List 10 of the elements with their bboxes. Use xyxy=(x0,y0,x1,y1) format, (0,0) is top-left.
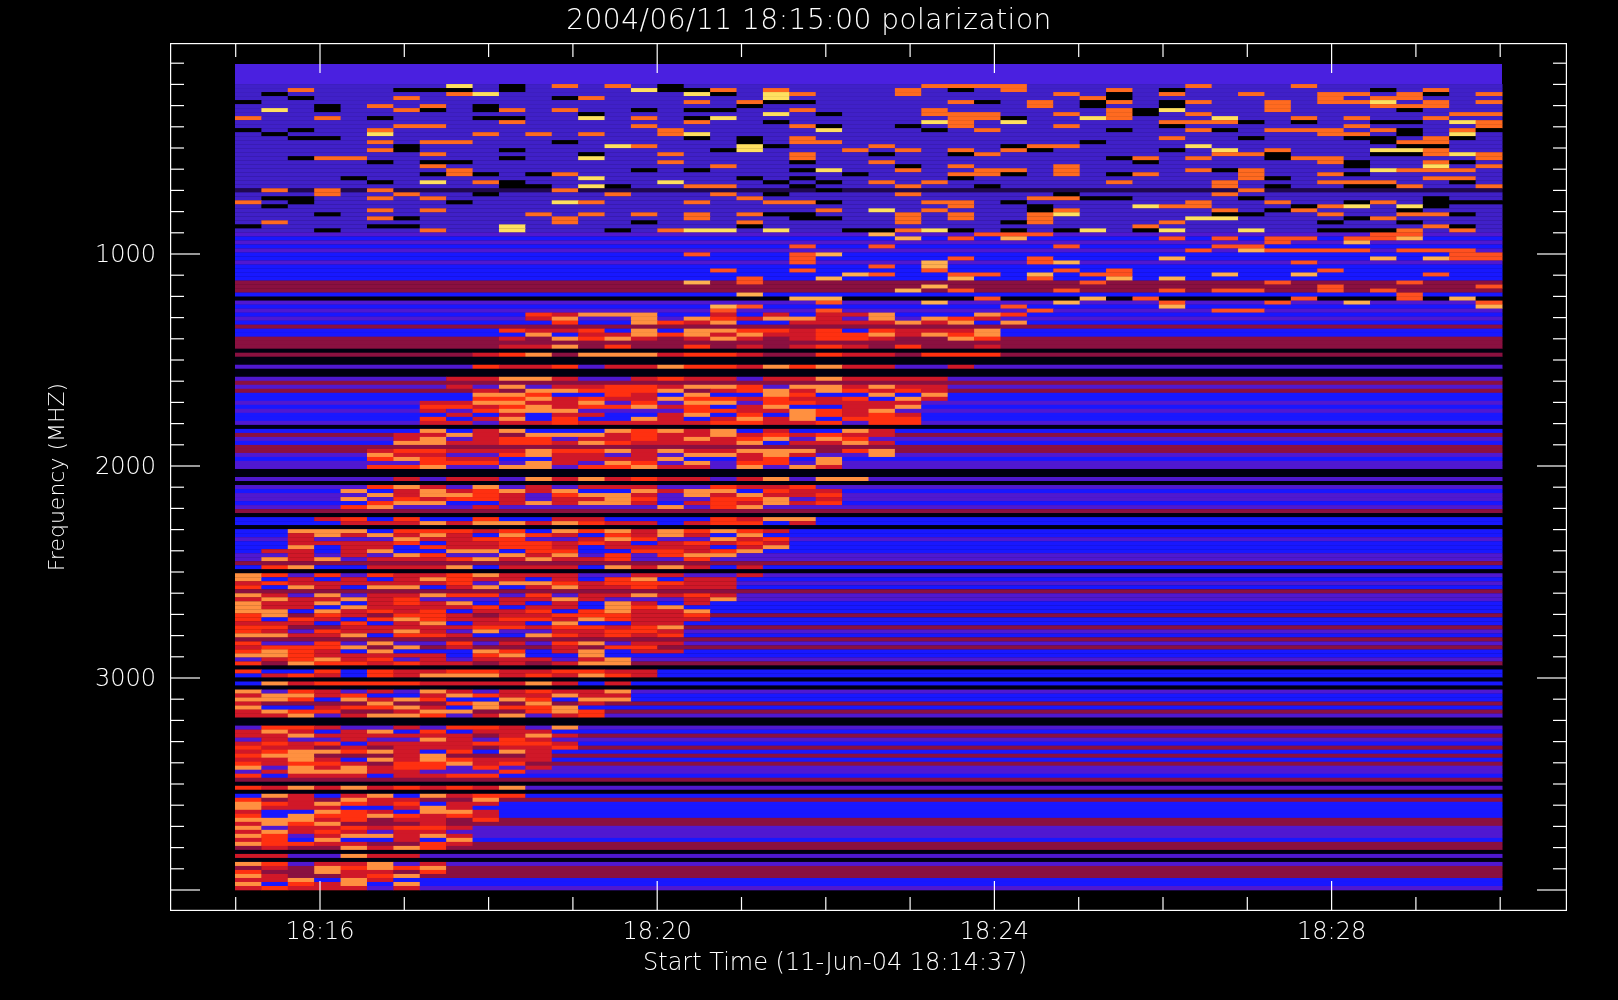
axis-tick-label: 1000 xyxy=(94,240,156,268)
axis-tick-label: 18:16 xyxy=(285,917,355,945)
axis-tick-label: 2000 xyxy=(94,452,156,480)
axis-tick-label: 3000 xyxy=(94,664,156,692)
axis-title: Frequency (MHZ) xyxy=(43,382,69,572)
axis-tick-label: 18:28 xyxy=(1297,917,1367,945)
axis-tick-label: 18:24 xyxy=(959,917,1029,945)
axis-title: Start Time (11-Jun-04 18:14:37) xyxy=(643,948,1027,976)
axis-tick-label: 18:20 xyxy=(622,917,692,945)
plot-title: 2004/06/11 18:15:00 polarization xyxy=(566,2,1052,38)
